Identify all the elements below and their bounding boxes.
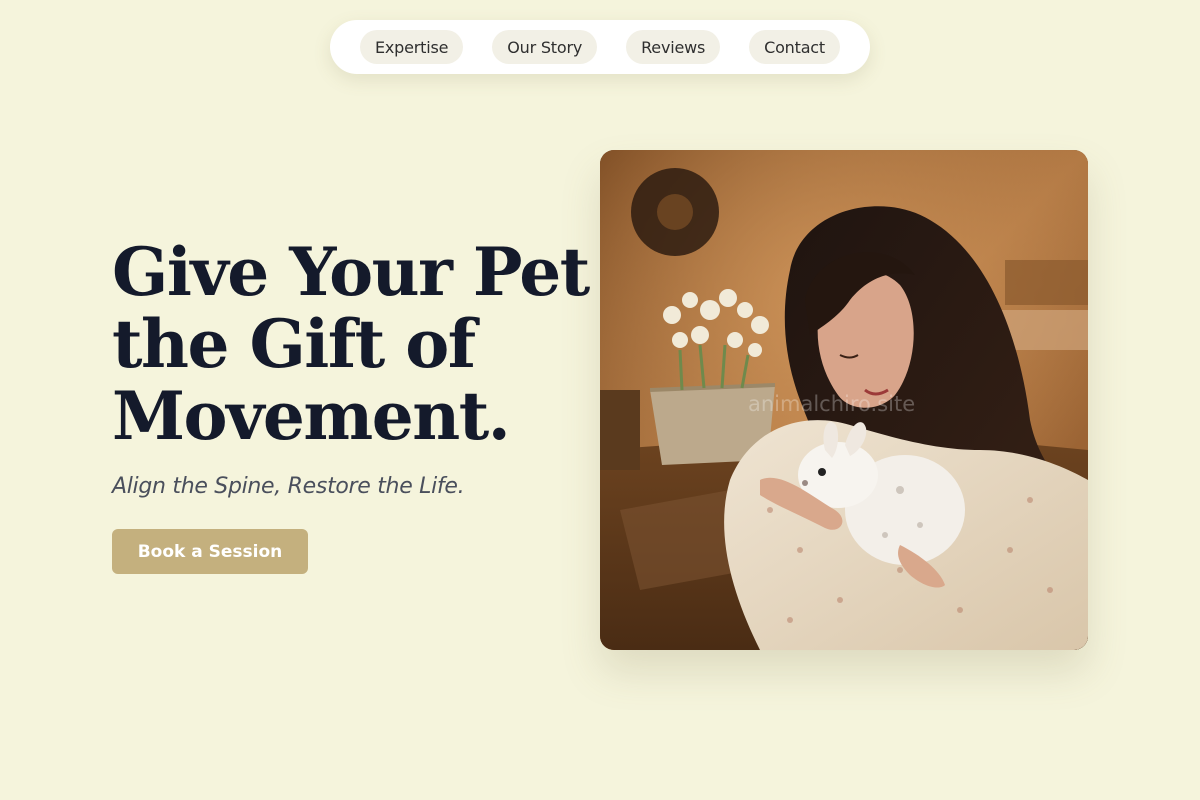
top-navigation: Expertise Our Story Reviews Contact: [330, 20, 870, 74]
hero-title-line-1: Give Your Pet: [112, 233, 590, 311]
nav-item-our-story[interactable]: Our Story: [492, 30, 598, 64]
nav-item-contact[interactable]: Contact: [749, 30, 840, 64]
book-session-button[interactable]: Book a Session: [112, 529, 308, 574]
hero-title-line-3: Movement.: [112, 377, 511, 455]
nav-item-reviews[interactable]: Reviews: [626, 30, 721, 64]
photo-watermark: animalchiro.site: [748, 392, 916, 416]
hero-photo: animalchiro.site: [600, 150, 1088, 650]
hero-title: Give Your Pet the Gift of Movement.: [112, 236, 592, 452]
nav-item-expertise[interactable]: Expertise: [360, 30, 464, 64]
hero-subtitle: Align the Spine, Restore the Life.: [112, 474, 465, 499]
hero-title-line-2: the Gift of: [112, 305, 476, 383]
